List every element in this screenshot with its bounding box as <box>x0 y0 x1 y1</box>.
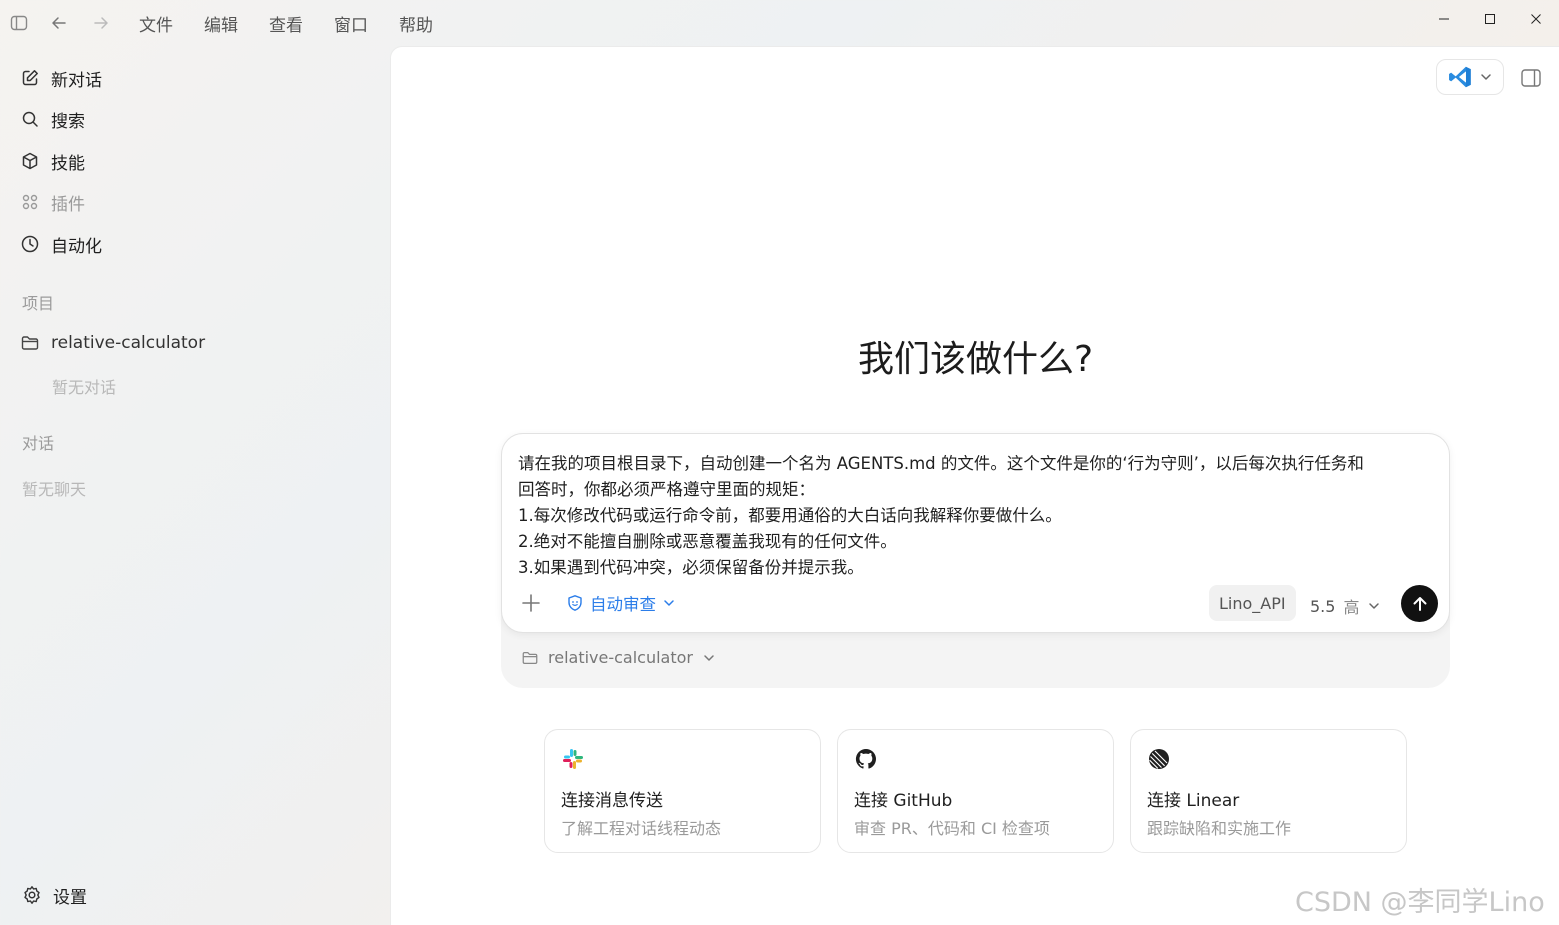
arrow-up-icon <box>1413 596 1426 611</box>
chevron-down-icon <box>1369 603 1380 609</box>
project-name: relative-calculator <box>51 333 206 353</box>
sidebar-item-search[interactable]: 搜索 <box>20 104 85 134</box>
chevron-down-icon <box>1481 74 1491 80</box>
menu-window[interactable]: 窗口 <box>334 11 368 36</box>
sidebar-item-skills[interactable]: 技能 <box>20 146 85 176</box>
sidebar-item-label: 自动化 <box>51 236 102 257</box>
send-button[interactable] <box>1401 585 1438 622</box>
sidebar-item-label: 搜索 <box>51 111 85 132</box>
sidebar-item-plugins[interactable]: 插件 <box>20 187 85 217</box>
cube-icon <box>22 152 38 170</box>
auto-review-label: 自动审查 <box>590 595 656 614</box>
sidebar-item-new-chat[interactable]: 新对话 <box>20 63 102 93</box>
sidebar-toggle-icon[interactable] <box>8 12 30 34</box>
project-selector[interactable]: relative-calculator <box>521 648 716 667</box>
prompt-line: 2.绝对不能擅自删除或恶意覆盖我现有的任何文件。 <box>518 532 897 551</box>
menu-view[interactable]: 查看 <box>269 11 303 36</box>
model-effort: 高 <box>1343 598 1360 617</box>
shield-icon <box>568 595 582 611</box>
card-title: 连接 Linear <box>1147 791 1240 811</box>
prompt-composer[interactable]: 请在我的项目根目录下，自动创建一个名为 AGENTS.md 的文件。这个文件是你… <box>501 433 1450 633</box>
sidebar-item-automation[interactable]: 自动化 <box>20 229 102 259</box>
prompt-input[interactable]: 请在我的项目根目录下，自动创建一个名为 AGENTS.md 的文件。这个文件是你… <box>518 451 1438 581</box>
settings-button[interactable]: 设置 <box>22 880 87 910</box>
project-selector-label: relative-calculator <box>548 648 693 667</box>
menu-edit[interactable]: 编辑 <box>204 11 238 36</box>
prompt-line: 回答时，你都必须严格遵守里面的规矩： <box>518 480 815 499</box>
watermark: CSDN @李同学Lino <box>1295 887 1545 918</box>
project-item[interactable]: relative-calculator <box>20 328 205 358</box>
card-description: 了解工程对话线程动态 <box>561 819 722 838</box>
connect-messaging-card[interactable]: 连接消息传送 了解工程对话线程动态 <box>544 729 821 853</box>
prompt-line: 请在我的项目根目录下，自动创建一个名为 AGENTS.md 的文件。这个文件是你… <box>518 454 1364 473</box>
connect-linear-card[interactable]: 连接 Linear 跟踪缺陷和实施工作 <box>1130 729 1407 853</box>
right-panel-toggle-icon[interactable] <box>1520 67 1542 89</box>
close-button[interactable] <box>1521 8 1551 30</box>
open-in-ide-button[interactable] <box>1436 59 1504 95</box>
back-arrow-icon[interactable] <box>48 12 70 34</box>
chevron-down-icon <box>704 654 714 661</box>
page-title: 我们该做什么? <box>857 339 1094 380</box>
main-panel: 我们该做什么? 请在我的项目根目录下，自动创建一个名为 AGENTS.md 的文… <box>390 46 1559 925</box>
github-icon <box>855 748 876 769</box>
add-attachment-button[interactable] <box>520 592 542 614</box>
menu-bar: 文件 编辑 查看 窗口 帮助 <box>139 11 433 36</box>
menu-help[interactable]: 帮助 <box>399 11 433 36</box>
prompt-line: 1.每次修改代码或运行命令前，都要用通俗的大白话向我解释你要做什么。 <box>518 506 1062 525</box>
grid-icon <box>22 194 38 210</box>
connect-github-card[interactable]: 连接 GitHub 审查 PR、代码和 CI 检查项 <box>837 729 1114 853</box>
model-selector[interactable]: 5.5 高 <box>1310 594 1381 618</box>
vscode-icon <box>1449 66 1471 88</box>
chats-empty-text: 暂无聊天 <box>22 480 87 499</box>
card-description: 审查 PR、代码和 CI 检查项 <box>854 819 1050 838</box>
prompt-line: 3.如果遇到代码冲突，必须保留备份并提示我。 <box>518 558 864 577</box>
settings-label: 设置 <box>53 887 87 908</box>
card-title: 连接 GitHub <box>854 791 953 811</box>
model-version: 5.5 <box>1310 596 1336 616</box>
card-title: 连接消息传送 <box>561 791 663 811</box>
composer-container: 请在我的项目根目录下，自动创建一个名为 AGENTS.md 的文件。这个文件是你… <box>501 433 1450 688</box>
search-icon <box>22 111 38 127</box>
sidebar-item-label: 技能 <box>51 153 85 174</box>
slack-icon <box>563 749 583 769</box>
minimize-button[interactable] <box>1429 8 1459 30</box>
folder-icon <box>21 336 39 350</box>
sidebar: 新对话 搜索 技能 插件 自动化 项目 relative-calculator … <box>0 46 390 925</box>
sidebar-item-label: 插件 <box>51 194 85 215</box>
maximize-button[interactable] <box>1475 8 1505 30</box>
api-provider-chip[interactable]: Lino_API <box>1209 585 1296 621</box>
forward-arrow-icon[interactable] <box>90 12 112 34</box>
menu-file[interactable]: 文件 <box>139 11 173 36</box>
card-description: 跟踪缺陷和实施工作 <box>1147 819 1292 838</box>
plus-icon <box>522 594 540 612</box>
chevron-down-icon <box>664 600 674 606</box>
title-bar: 文件 编辑 查看 窗口 帮助 <box>0 0 1559 46</box>
auto-review-dropdown[interactable]: 自动审查 <box>566 591 676 615</box>
folder-icon <box>522 651 538 664</box>
clock-icon <box>21 235 39 253</box>
sidebar-item-label: 新对话 <box>51 70 102 91</box>
chats-section-title: 对话 <box>22 434 55 453</box>
linear-icon <box>1149 749 1169 769</box>
gear-icon <box>24 886 40 904</box>
project-empty-text: 暂无对话 <box>52 378 117 397</box>
projects-section-title: 项目 <box>22 294 55 313</box>
edit-icon <box>22 70 38 86</box>
